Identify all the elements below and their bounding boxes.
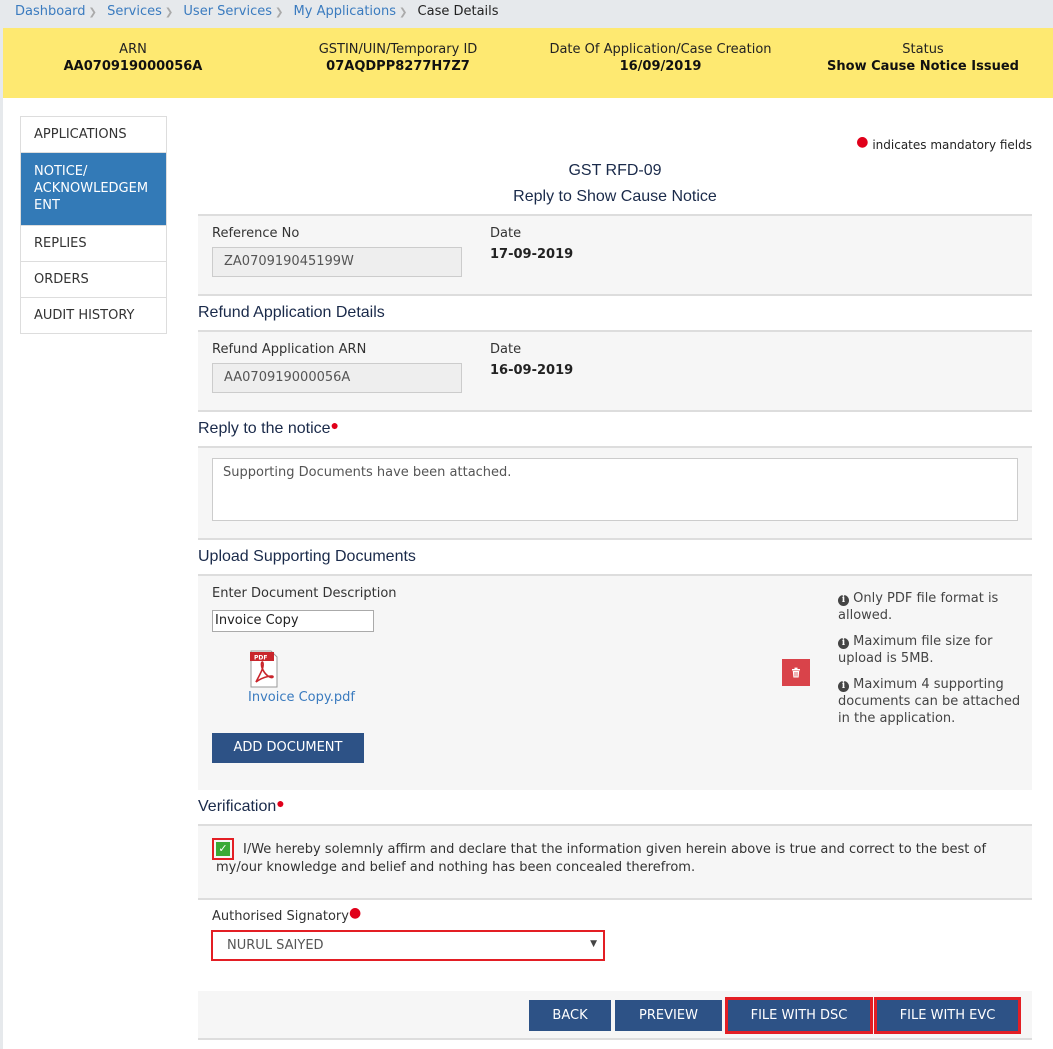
svg-text:PDF: PDF — [254, 655, 267, 662]
reference-date-label: Date — [490, 226, 522, 241]
reference-section: Reference No ZA070919045199W Date 17-09-… — [198, 214, 1032, 296]
preview-button[interactable]: PREVIEW — [615, 1000, 722, 1031]
uploaded-file-link[interactable]: Invoice Copy.pdf — [248, 690, 355, 705]
chevron-right-icon: ❯ — [399, 7, 408, 18]
sidebar-item-audit-history[interactable]: AUDIT HISTORY — [21, 297, 166, 333]
delete-document-button[interactable] — [782, 659, 810, 686]
trash-icon — [792, 667, 800, 678]
mandatory-note: ● indicates mandatory fields — [856, 135, 1032, 152]
case-sidebar: APPLICATIONS NOTICE/ACKNOWLEDGEM ENT REPL… — [20, 116, 167, 334]
info-item: i Maximum file size for upload is 5MB. — [838, 634, 993, 666]
upload-section: Enter Document Description Invoice Copy … — [198, 574, 1032, 790]
refund-details-heading: Refund Application Details — [198, 304, 385, 321]
required-dot-icon: ● — [856, 134, 869, 150]
signatory-selected-value: NURUL SAIYED — [227, 938, 324, 953]
info-item: i Only PDF file format is allowed. — [838, 591, 999, 623]
refund-details-section: Refund Application ARN AA070919000056A D… — [198, 330, 1032, 412]
doc-description-input[interactable]: Invoice Copy — [212, 610, 374, 632]
sidebar-item-replies[interactable]: REPLIES — [21, 225, 166, 261]
status-value: Show Cause Notice Issued — [827, 59, 1019, 74]
verification-heading: Verification● — [198, 795, 285, 816]
gstin-value: 07AQDPP8277H7Z7 — [326, 59, 470, 74]
info-icon: i — [838, 638, 849, 649]
pdf-file-icon[interactable]: PDF — [250, 650, 278, 688]
gstin-label: GSTIN/UIN/Temporary ID — [318, 42, 478, 57]
file-with-evc-button[interactable]: FILE WITH EVC — [874, 997, 1021, 1034]
breadcrumb-current: Case Details — [417, 4, 499, 19]
reference-no-label: Reference No — [212, 226, 300, 241]
main-panel: APPLICATIONS NOTICE/ACKNOWLEDGEM ENT REPL… — [3, 98, 1053, 1049]
application-date-label: Date Of Application/Case Creation — [549, 42, 772, 57]
refund-date-value: 16-09-2019 — [490, 363, 574, 378]
reply-textarea[interactable]: Supporting Documents have been attached. — [212, 458, 1018, 521]
upload-heading: Upload Supporting Documents — [198, 548, 416, 565]
required-dot-icon: ● — [330, 417, 339, 433]
info-item: i Maximum 4 supporting documents can be … — [838, 677, 1021, 726]
application-date-value: 16/09/2019 — [619, 59, 702, 74]
sidebar-item-applications[interactable]: APPLICATIONS — [21, 117, 166, 152]
doc-description-label: Enter Document Description — [212, 586, 397, 601]
upload-info-list: i Only PDF file format is allowed. i Max… — [838, 590, 1023, 736]
verification-heading-text: Verification — [198, 798, 277, 815]
case-header: ARN AA070919000056A GSTIN/UIN/Temporary … — [3, 28, 1053, 98]
sidebar-item-label: NOTICE/ACKNOWLEDGEM ENT — [34, 164, 149, 213]
breadcrumb: Dashboard ❯ Services ❯ User Services ❯ My A… — [0, 0, 1053, 28]
reference-date-value: 17-09-2019 — [490, 247, 574, 262]
refund-date-label: Date — [490, 342, 522, 357]
info-icon: i — [838, 595, 849, 606]
reply-section: Supporting Documents have been attached. — [198, 446, 1032, 540]
form-title: Reply to Show Cause Notice — [513, 188, 717, 205]
back-button[interactable]: BACK — [529, 1000, 611, 1031]
required-dot-icon: ● — [276, 795, 285, 811]
sidebar-item-notice-acknowledgement[interactable]: NOTICE/ACKNOWLEDGEM ENT — [21, 152, 166, 225]
chevron-right-icon: ❯ — [275, 7, 284, 18]
mandatory-note-text: indicates mandatory fields — [872, 138, 1032, 152]
reply-heading: Reply to the notice● — [198, 417, 339, 438]
sidebar-item-orders[interactable]: ORDERS — [21, 261, 166, 297]
arn-info: ARN AA070919000056A — [23, 41, 243, 75]
reference-no-field: ZA070919045199W — [212, 247, 462, 277]
gstin-info: GSTIN/UIN/Temporary ID 07AQDPP8277H7Z7 — [283, 41, 513, 75]
breadcrumb-my-applications[interactable]: My Applications — [294, 4, 396, 19]
signatory-label: Authorised Signatory● — [212, 905, 362, 924]
dropdown-arrow-icon: ▼ — [590, 939, 597, 949]
verification-declaration: I/We hereby solemnly affirm and declare … — [216, 842, 987, 875]
application-date-info: Date Of Application/Case Creation 16/09/… — [538, 41, 783, 75]
breadcrumb-dashboard[interactable]: Dashboard — [15, 4, 86, 19]
authorised-signatory-select[interactable]: NURUL SAIYED ▼ — [211, 930, 605, 961]
verification-section: ✓ I/We hereby solemnly affirm and declar… — [198, 824, 1032, 900]
action-bar: BACK PREVIEW FILE WITH DSC FILE WITH EVC — [198, 991, 1032, 1040]
arn-value: AA070919000056A — [63, 59, 203, 74]
reply-heading-text: Reply to the notice — [198, 420, 331, 437]
file-with-dsc-button[interactable]: FILE WITH DSC — [725, 997, 873, 1034]
info-icon: i — [838, 681, 849, 692]
refund-arn-field: AA070919000056A — [212, 363, 462, 393]
chevron-right-icon: ❯ — [164, 7, 174, 18]
breadcrumb-user-services[interactable]: User Services — [183, 4, 272, 19]
status-info: Status Show Cause Notice Issued — [813, 41, 1033, 75]
chevron-right-icon: ❯ — [88, 7, 97, 18]
refund-arn-label: Refund Application ARN — [212, 342, 367, 357]
form-code: GST RFD-09 — [568, 162, 662, 179]
required-dot-icon: ● — [348, 905, 362, 921]
breadcrumb-services[interactable]: Services — [107, 4, 162, 19]
arn-label: ARN — [119, 42, 147, 57]
add-document-button[interactable]: ADD DOCUMENT — [212, 733, 364, 763]
status-label: Status — [902, 42, 944, 57]
